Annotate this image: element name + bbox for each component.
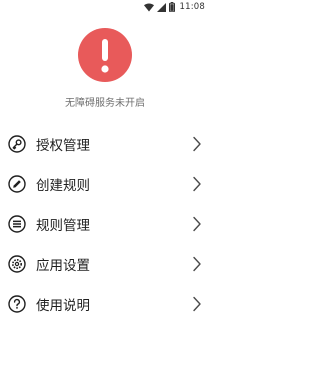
help-icon	[8, 295, 26, 313]
status-time: 11:08	[179, 2, 205, 12]
menu-item-label: 应用设置	[36, 258, 90, 274]
service-status-text: 无障碍服务未开启	[65, 98, 145, 109]
menu-item-label: 规则管理	[36, 218, 90, 234]
chevron-right-icon	[193, 296, 201, 312]
pencil-icon	[8, 175, 26, 193]
menu-item-label: 使用说明	[36, 298, 90, 314]
menu-item-app-settings[interactable]: 应用设置	[0, 244, 210, 284]
menu-item-label: 授权管理	[36, 138, 90, 154]
key-icon	[8, 135, 26, 153]
menu-item-authorization[interactable]: 授权管理	[0, 124, 210, 164]
chevron-right-icon	[193, 176, 201, 192]
chevron-right-icon	[193, 216, 201, 232]
menu-item-create-rule[interactable]: 创建规则	[0, 164, 210, 204]
list-icon	[8, 215, 26, 233]
error-exclamation-icon	[78, 28, 132, 82]
gear-icon	[8, 255, 26, 273]
wifi-icon	[143, 2, 154, 12]
menu-item-rule-management[interactable]: 规则管理	[0, 204, 210, 244]
status-bar: 11:08	[0, 0, 210, 14]
battery-icon	[168, 2, 175, 12]
chevron-right-icon	[193, 256, 201, 272]
menu-item-label: 创建规则	[36, 178, 90, 194]
menu-item-instructions[interactable]: 使用说明	[0, 284, 210, 324]
signal-icon	[156, 2, 166, 12]
app-screen: 11:08 无障碍服务未开启 授权管理 创建规则 规则管理 应用设置 使用说明	[0, 0, 210, 375]
chevron-right-icon	[193, 136, 201, 152]
